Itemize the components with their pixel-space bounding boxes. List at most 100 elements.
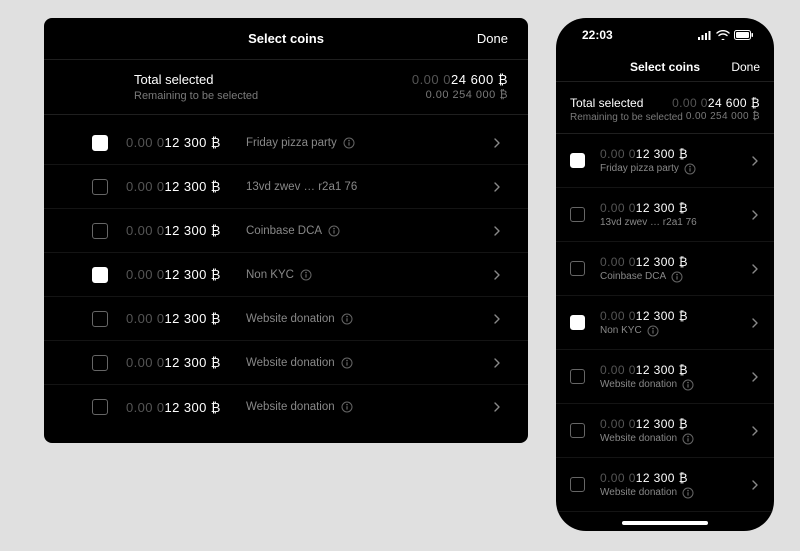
- total-selected-label: Total selected: [134, 72, 214, 87]
- coin-amount: 0.00 012 300 ₿: [126, 355, 246, 370]
- checkbox-col: [44, 223, 126, 239]
- coin-body: 0.00 012 300 ₿13vd zwev … r2a1 76: [600, 201, 748, 228]
- checkbox[interactable]: [92, 399, 108, 415]
- desktop-header: Select coins Done: [44, 18, 528, 60]
- coin-meta: Friday pizza party: [600, 163, 748, 175]
- wifi-icon: [716, 30, 730, 40]
- coin-row[interactable]: 0.00 012 300 ₿ Friday pizza party: [556, 134, 774, 188]
- info-icon[interactable]: [341, 357, 353, 369]
- coin-list: 0.00 012 300 ₿Friday pizza party0.00 012…: [556, 134, 774, 512]
- coin-body: 0.00 012 300 ₿ Non KYC: [600, 309, 748, 337]
- info-icon[interactable]: [328, 225, 340, 237]
- info-icon[interactable]: [341, 401, 353, 413]
- checkbox[interactable]: [570, 477, 585, 492]
- total-selected-value: 0.00 024 600 ₿: [672, 96, 760, 110]
- info-icon[interactable]: [682, 433, 694, 445]
- coin-body: 0.00 012 300 ₿Coinbase DCA: [600, 255, 748, 283]
- coin-label: Non KYC: [600, 325, 642, 336]
- checkbox[interactable]: [570, 153, 585, 168]
- phone-summary: Total selected 0.00 024 600 ₿ Remaining …: [556, 86, 774, 134]
- coin-meta: Website donation: [600, 379, 748, 391]
- coin-row[interactable]: 0.00 012 300 ₿Coinbase DCA: [44, 209, 528, 253]
- coin-label: Website donation: [600, 433, 677, 444]
- info-icon[interactable]: [671, 271, 683, 283]
- remaining-value: 0.00 254 000 ₿: [686, 111, 760, 122]
- checkbox[interactable]: [570, 423, 585, 438]
- coin-row[interactable]: 0.00 012 300 ₿Website donation: [556, 350, 774, 404]
- checkbox[interactable]: [92, 135, 108, 151]
- info-icon[interactable]: [341, 313, 353, 325]
- checkbox[interactable]: [92, 179, 108, 195]
- checkbox[interactable]: [570, 315, 585, 330]
- coin-meta: Website donation: [600, 487, 748, 499]
- coin-amount: 0.00 012 300 ₿: [126, 179, 246, 194]
- checkbox-col: [570, 477, 600, 492]
- checkbox[interactable]: [570, 369, 585, 384]
- checkbox-col: [570, 423, 600, 438]
- checkbox[interactable]: [570, 207, 585, 222]
- done-button[interactable]: Done: [731, 60, 760, 74]
- coin-label: Website donation: [600, 379, 677, 390]
- coin-body: 0.00 012 300 ₿Website donation: [600, 417, 748, 445]
- chevron-right-icon: [748, 318, 762, 328]
- info-icon[interactable]: [682, 487, 694, 499]
- info-icon[interactable]: [647, 325, 659, 337]
- checkbox[interactable]: [92, 267, 108, 283]
- coin-row[interactable]: 0.00 012 300 ₿Friday pizza party: [44, 121, 528, 165]
- chevron-right-icon: [748, 372, 762, 382]
- info-icon[interactable]: [300, 269, 312, 281]
- battery-icon: [734, 30, 754, 40]
- chevron-right-icon: [748, 264, 762, 274]
- coin-row[interactable]: 0.00 012 300 ₿Coinbase DCA: [556, 242, 774, 296]
- coin-row[interactable]: 0.00 012 300 ₿Website donation: [44, 341, 528, 385]
- checkbox-col: [44, 399, 126, 415]
- coin-label: Website donation: [600, 487, 677, 498]
- coin-meta: Non KYC: [600, 325, 748, 337]
- coin-row[interactable]: 0.00 012 300 ₿Website donation: [44, 385, 528, 429]
- coin-amount: 0.00 012 300 ₿: [600, 309, 748, 323]
- chevron-right-icon: [748, 210, 762, 220]
- coin-amount: 0.00 012 300 ₿: [126, 400, 246, 415]
- coin-meta: Friday pizza party: [246, 137, 486, 149]
- checkbox[interactable]: [92, 223, 108, 239]
- remaining-value: 0.00 254 000 ₿: [426, 89, 508, 101]
- coin-meta: Coinbase DCA: [246, 225, 486, 237]
- chevron-right-icon: [748, 426, 762, 436]
- coin-body: 0.00 012 300 ₿ Friday pizza party: [600, 147, 748, 175]
- coin-amount: 0.00 012 300 ₿: [126, 135, 246, 150]
- info-icon[interactable]: [684, 163, 696, 175]
- remaining-label: Remaining to be selected: [134, 90, 258, 102]
- checkbox-col: [570, 207, 600, 222]
- coin-row[interactable]: 0.00 012 300 ₿ Website donation: [556, 458, 774, 512]
- desktop-select-coins-panel: Select coins Done Total selected 0.00 02…: [44, 18, 528, 443]
- info-icon[interactable]: [682, 379, 694, 391]
- checkbox-col: [44, 355, 126, 371]
- coin-row[interactable]: 0.00 012 300 ₿13vd zwev … r2a1 76: [556, 188, 774, 242]
- total-selected-label: Total selected: [570, 96, 643, 110]
- coin-row[interactable]: 0.00 012 300 ₿Non KYC: [44, 253, 528, 297]
- chevron-right-icon: [748, 480, 762, 490]
- coin-body: 0.00 012 300 ₿ Website donation: [600, 471, 748, 499]
- chevron-right-icon: [486, 182, 508, 192]
- desktop-header-title: Select coins: [248, 31, 324, 46]
- checkbox[interactable]: [92, 355, 108, 371]
- done-button[interactable]: Done: [477, 31, 508, 46]
- coin-meta: Non KYC: [246, 269, 486, 281]
- coin-label: Website donation: [246, 401, 335, 413]
- checkbox[interactable]: [570, 261, 585, 276]
- coin-row[interactable]: 0.00 012 300 ₿13vd zwev … r2a1 76: [44, 165, 528, 209]
- coin-meta: Website donation: [246, 313, 486, 325]
- coin-row[interactable]: 0.00 012 300 ₿Website donation: [44, 297, 528, 341]
- checkbox[interactable]: [92, 311, 108, 327]
- coin-row[interactable]: 0.00 012 300 ₿Website donation: [556, 404, 774, 458]
- chevron-right-icon: [748, 156, 762, 166]
- info-icon[interactable]: [343, 137, 355, 149]
- coin-amount: 0.00 012 300 ₿: [600, 147, 748, 161]
- phone-statusbar: 22:03: [556, 18, 774, 52]
- coin-amount: 0.00 012 300 ₿: [600, 471, 748, 485]
- coin-label: 13vd zwev … r2a1 76: [600, 217, 697, 228]
- coin-row[interactable]: 0.00 012 300 ₿ Non KYC: [556, 296, 774, 350]
- checkbox-col: [570, 261, 600, 276]
- coin-amount: 0.00 012 300 ₿: [126, 311, 246, 326]
- home-indicator: [622, 521, 708, 525]
